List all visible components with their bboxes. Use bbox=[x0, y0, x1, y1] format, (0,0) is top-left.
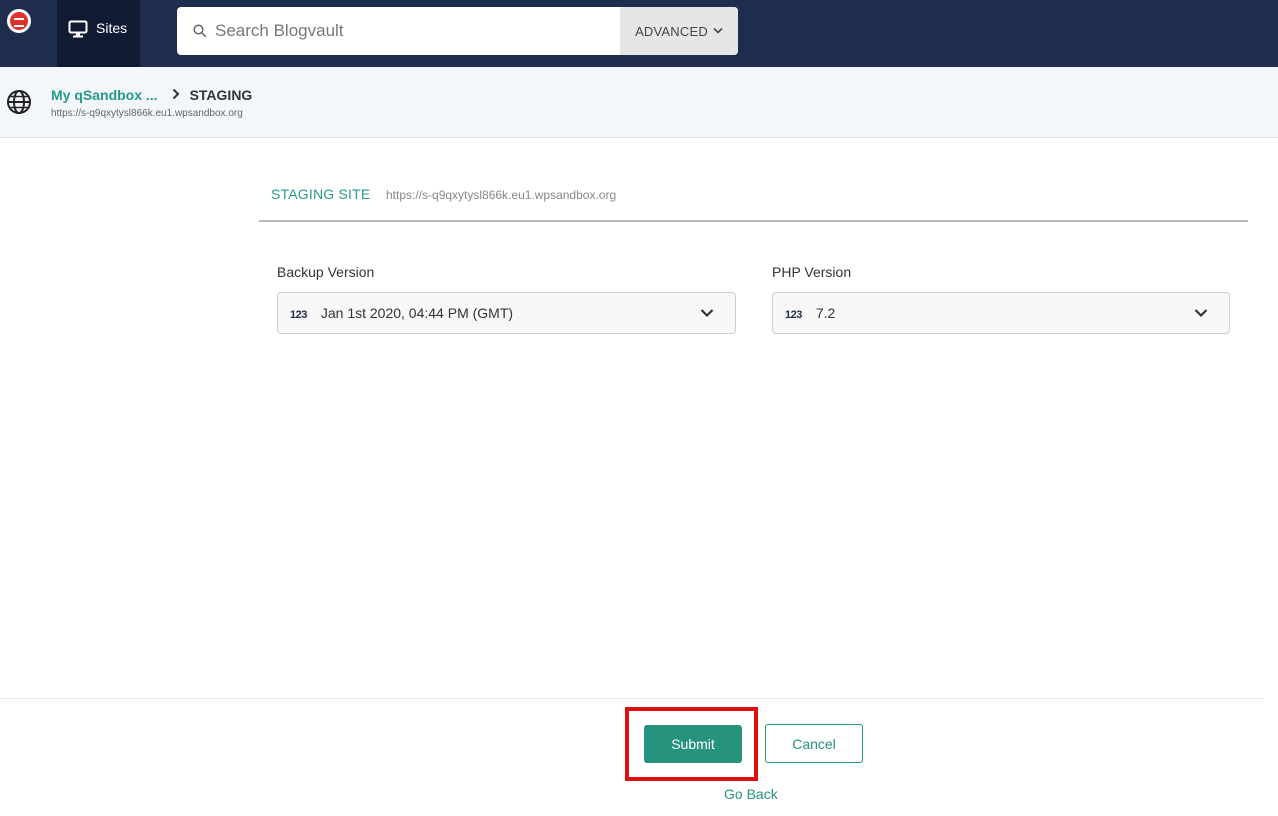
cancel-button[interactable]: Cancel bbox=[765, 724, 863, 763]
staging-site-title: STAGING SITE bbox=[271, 186, 371, 202]
top-navbar: Sites ADVANCED bbox=[0, 0, 1278, 67]
footer-divider bbox=[0, 698, 1264, 699]
go-back-link[interactable]: Go Back bbox=[724, 786, 778, 802]
backup-version-label: Backup Version bbox=[277, 264, 375, 280]
submit-button[interactable]: Submit bbox=[644, 725, 742, 763]
sites-label: Sites bbox=[96, 20, 128, 36]
staging-site-url: https://s-q9qxytysl866k.eu1.wpsandbox.or… bbox=[386, 188, 617, 202]
breadcrumb-bar: My qSandbox ... STAGING https://s-q9qxyt… bbox=[0, 67, 1278, 138]
backup-version-value: Jan 1st 2020, 04:44 PM (GMT) bbox=[320, 305, 514, 321]
staging-site-header: STAGING SITE https://s-q9qxytysl866k.eu1… bbox=[259, 186, 1248, 222]
advanced-label: ADVANCED bbox=[635, 23, 708, 39]
search-bar: ADVANCED bbox=[177, 7, 738, 55]
sites-nav-button[interactable]: Sites bbox=[57, 0, 140, 67]
search-icon bbox=[193, 24, 207, 38]
blogvault-logo-icon[interactable] bbox=[7, 9, 31, 33]
search-input[interactable] bbox=[215, 21, 595, 41]
number-format-icon: 123 bbox=[290, 309, 307, 321]
advanced-search-button[interactable]: ADVANCED bbox=[620, 7, 738, 55]
php-version-value: 7.2 bbox=[815, 305, 836, 321]
php-version-label: PHP Version bbox=[772, 264, 852, 280]
breadcrumb: My qSandbox ... STAGING bbox=[51, 87, 252, 103]
chevron-right-icon bbox=[172, 87, 180, 103]
breadcrumb-site-link[interactable]: My qSandbox ... bbox=[51, 87, 158, 103]
number-format-icon: 123 bbox=[785, 309, 802, 321]
globe-icon bbox=[7, 90, 31, 114]
monitor-icon bbox=[68, 20, 88, 38]
backup-version-select[interactable]: 123 Jan 1st 2020, 04:44 PM (GMT) bbox=[277, 292, 736, 334]
breadcrumb-site-url: https://s-q9qxytysl866k.eu1.wpsandbox.or… bbox=[51, 108, 243, 119]
chevron-down-icon bbox=[1194, 309, 1208, 318]
chevron-down-icon bbox=[700, 309, 714, 318]
php-version-select[interactable]: 123 7.2 bbox=[772, 292, 1230, 334]
chevron-down-icon bbox=[713, 25, 723, 37]
breadcrumb-current: STAGING bbox=[189, 87, 253, 103]
